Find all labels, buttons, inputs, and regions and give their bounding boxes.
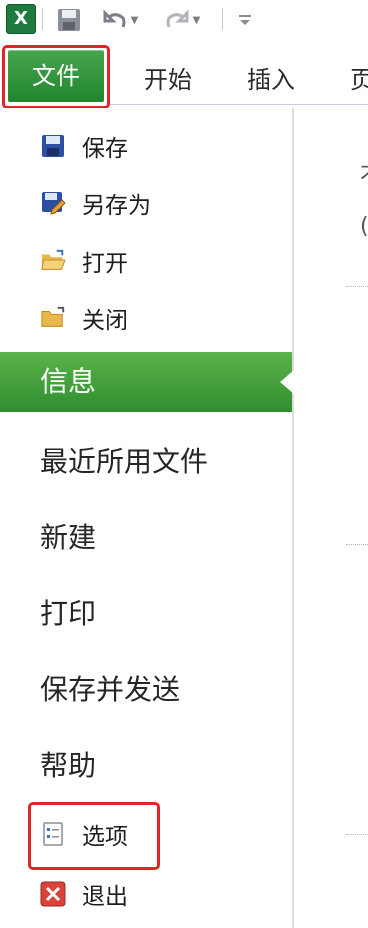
tab-page-layout[interactable]: 页	[350, 60, 368, 95]
command-label: 选项	[82, 824, 128, 850]
nav-item-label: 帮助	[40, 749, 97, 782]
selection-notch	[280, 370, 294, 394]
save-button[interactable]	[54, 4, 84, 36]
ribbon-divider	[108, 104, 368, 105]
file-tab[interactable]: 文件	[8, 50, 104, 102]
exit-icon	[40, 881, 66, 907]
tab-insert[interactable]: 插入	[247, 60, 295, 95]
undo-button[interactable]: ▼	[98, 4, 142, 36]
nav-item-label: 打印	[40, 597, 97, 630]
nav-item-label: 最近所用文件	[40, 445, 209, 478]
options-icon	[40, 821, 66, 847]
excel-logo-mark: X	[6, 4, 36, 34]
nav-item-print[interactable]: 打印	[0, 584, 292, 644]
command-label: 打开	[82, 251, 128, 277]
excel-app-icon[interactable]: X	[6, 4, 36, 34]
quick-access-toolbar: X ▼ ▼	[0, 0, 368, 40]
info-panel-subtitle: (	[360, 214, 368, 239]
command-label: 退出	[82, 884, 128, 910]
command-label: 保存	[82, 136, 128, 162]
nav-item-help[interactable]: 帮助	[0, 736, 292, 796]
undo-icon	[103, 9, 126, 28]
nav-item-label: 保存并发送	[40, 673, 181, 706]
toolbar-divider	[42, 8, 43, 30]
nav-item-label: 新建	[40, 521, 97, 554]
open-folder-icon	[40, 248, 66, 274]
redo-icon	[166, 9, 189, 28]
command-save[interactable]: 保存	[0, 120, 292, 172]
save-as-icon	[40, 190, 66, 216]
nav-item-label: 信息	[40, 365, 97, 398]
save-icon	[58, 9, 80, 31]
nav-item-recent[interactable]: 最近所用文件	[0, 432, 292, 492]
command-close[interactable]: 关闭	[0, 292, 292, 344]
customize-icon	[239, 15, 251, 25]
customize-toolbar-button[interactable]	[234, 4, 256, 36]
nav-item-new[interactable]: 新建	[0, 508, 292, 568]
toolbar-divider	[222, 8, 223, 30]
info-panel	[294, 108, 368, 928]
chevron-down-icon[interactable]: ▼	[193, 15, 201, 26]
info-panel-title: 才	[360, 155, 368, 187]
tab-home[interactable]: 开始	[144, 60, 192, 95]
close-folder-icon	[40, 305, 66, 331]
command-open[interactable]: 打开	[0, 235, 292, 287]
command-save-as[interactable]: 另存为	[0, 177, 292, 229]
redo-button[interactable]: ▼	[160, 4, 204, 36]
section-divider	[346, 544, 368, 545]
command-label: 另存为	[82, 193, 151, 219]
command-label: 关闭	[82, 308, 128, 334]
command-exit[interactable]: 退出	[0, 868, 292, 920]
chevron-down-icon[interactable]: ▼	[131, 15, 139, 26]
nav-item-info[interactable]: 信息	[0, 352, 294, 412]
save-icon	[40, 133, 66, 159]
section-divider	[346, 834, 368, 835]
command-options[interactable]: 选项	[0, 808, 292, 860]
section-divider	[346, 286, 368, 287]
nav-item-save-send[interactable]: 保存并发送	[0, 660, 292, 720]
